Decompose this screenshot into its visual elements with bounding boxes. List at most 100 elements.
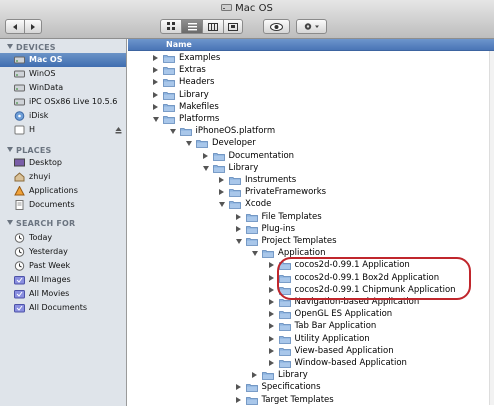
disclosure-open-icon[interactable] — [219, 202, 225, 208]
sidebar-item-search[interactable]: Past Week — [0, 259, 126, 273]
file-list-row[interactable]: Utility Application — [128, 333, 494, 345]
sidebar-item-place[interactable]: Applications — [0, 184, 126, 198]
name-column-header[interactable]: Name — [128, 39, 494, 51]
sidebar-item-device[interactable]: WinData — [0, 81, 126, 95]
icon-view-button[interactable] — [161, 20, 182, 33]
sidebar-item-search[interactable]: Today — [0, 231, 126, 245]
file-list-row[interactable]: Window-based Application — [128, 357, 494, 369]
sidebar-item-device[interactable]: iDisk — [0, 109, 126, 123]
disclosure-closed-icon[interactable] — [268, 274, 274, 281]
back-button[interactable] — [6, 20, 25, 33]
disclosure-closed-icon[interactable] — [153, 103, 158, 110]
column-view-button[interactable] — [203, 20, 224, 33]
disclosure-closed-icon[interactable] — [252, 372, 257, 379]
file-list-row[interactable]: Extras — [128, 64, 494, 76]
action-menu-button[interactable] — [296, 19, 327, 34]
disclosure-closed-icon[interactable] — [219, 189, 224, 196]
name-column-label: Name — [166, 40, 192, 49]
disclosure-closed-icon[interactable] — [268, 347, 274, 354]
file-name: Specifications — [261, 382, 321, 393]
folder-icon — [163, 91, 175, 100]
disclosure-closed-icon[interactable] — [235, 384, 241, 391]
file-name: Extras — [179, 65, 206, 76]
list-view-icon — [187, 22, 197, 30]
desktop-icon — [14, 158, 25, 167]
sidebar-item-device[interactable]: H — [0, 123, 126, 137]
disclosure-closed-icon[interactable] — [153, 91, 158, 98]
forward-button[interactable] — [25, 20, 41, 33]
file-list-row[interactable]: Xcode — [128, 198, 494, 210]
sidebar-section-devices[interactable]: DEVICES — [7, 43, 56, 52]
disclosure-closed-icon[interactable] — [219, 177, 224, 183]
quicklook-button[interactable] — [263, 19, 290, 34]
disclosure-closed-icon[interactable] — [268, 262, 274, 269]
file-list-row[interactable]: Instruments — [128, 174, 494, 186]
sidebar-item-device[interactable]: WinOS — [0, 67, 126, 81]
sidebar-item-search[interactable]: Yesterday — [0, 245, 126, 259]
file-list-row[interactable]: Tab Bar Application — [128, 320, 494, 332]
disclosure-open-icon[interactable] — [169, 129, 176, 135]
folder-icon — [229, 201, 241, 210]
disclosure-closed-icon[interactable] — [268, 286, 274, 293]
file-name: Instruments — [245, 175, 297, 185]
sidebar-item-label: zhuyi — [29, 172, 51, 181]
sidebar-item-place[interactable]: zhuyi — [0, 170, 126, 184]
folder-icon — [245, 238, 258, 246]
smart-folder-icon — [14, 304, 25, 313]
disclosure-open-icon[interactable] — [153, 117, 159, 122]
file-list-row[interactable]: Project Templates — [128, 235, 494, 247]
file-list-row[interactable]: Documentation — [128, 150, 494, 162]
disclosure-open-icon[interactable] — [235, 239, 242, 244]
eject-icon[interactable] — [115, 126, 122, 134]
file-list-row[interactable]: Specifications — [128, 381, 494, 393]
sidebar-item-label: Applications — [29, 186, 78, 195]
disclosure-closed-icon[interactable] — [235, 225, 241, 232]
sidebar-item-search[interactable]: All Movies — [0, 287, 126, 301]
file-list-row[interactable]: Platforms — [128, 113, 494, 125]
file-list-row[interactable]: Developer — [128, 137, 494, 149]
disclosure-closed-icon[interactable] — [153, 67, 158, 74]
disclosure-closed-icon[interactable] — [268, 360, 274, 366]
disclosure-open-icon[interactable] — [186, 141, 192, 147]
file-list-row[interactable]: iPhoneOS.platform — [128, 125, 494, 137]
sidebar-item-search[interactable]: All Documents — [0, 301, 126, 315]
file-name: Project Templates — [261, 236, 337, 246]
sidebar-item-device[interactable]: Mac OS — [0, 53, 126, 67]
file-name: Documentation — [228, 150, 295, 161]
disclosure-closed-icon[interactable] — [153, 55, 158, 61]
sidebar-item-place[interactable]: Desktop — [0, 156, 126, 170]
file-list-row[interactable]: Headers — [128, 76, 494, 88]
file-list-row[interactable]: View-based Application — [128, 345, 494, 357]
cocos2d-templates-highlight — [277, 257, 471, 300]
file-list-row[interactable]: Plug-ins — [128, 223, 494, 235]
sidebar-item-device[interactable]: iPC OSx86 Live 10.5.6 — [0, 95, 126, 109]
list-view-button[interactable] — [182, 20, 203, 33]
window-titlebar: Mac OS — [0, 0, 494, 39]
smart-folder-icon — [14, 290, 25, 299]
file-list-row[interactable]: Target Templates — [128, 394, 494, 406]
disclosure-closed-icon[interactable] — [202, 152, 208, 159]
file-list-row[interactable]: Library — [128, 89, 494, 101]
disclosure-closed-icon[interactable] — [235, 213, 241, 220]
disclosure-closed-icon[interactable] — [268, 335, 274, 342]
sidebar-section-search[interactable]: SEARCH FOR — [7, 219, 75, 228]
file-list-row[interactable]: Library — [128, 369, 494, 381]
coverflow-view-button[interactable] — [224, 20, 242, 33]
disclosure-open-icon[interactable] — [202, 165, 209, 171]
disclosure-closed-icon[interactable] — [268, 311, 274, 318]
file-list-row[interactable]: OpenGL ES Application — [128, 308, 494, 320]
disclosure-closed-icon[interactable] — [153, 79, 158, 86]
file-list-row[interactable]: Examples — [128, 52, 494, 64]
sidebar-item-search[interactable]: All Images — [0, 273, 126, 287]
sidebar-item-place[interactable]: Documents — [0, 198, 126, 212]
sidebar-section-places[interactable]: PLACES — [7, 146, 51, 155]
file-list-row[interactable]: PrivateFrameworks — [128, 186, 494, 198]
file-list-row[interactable]: Makefiles — [128, 101, 494, 113]
disclosure-closed-icon[interactable] — [268, 323, 274, 330]
disclosure-closed-icon[interactable] — [268, 299, 274, 305]
sidebar-item-label: Yesterday — [29, 247, 68, 256]
file-list-row[interactable]: File Templates — [128, 211, 494, 223]
disclosure-closed-icon[interactable] — [235, 396, 241, 403]
file-list-row[interactable]: Library — [128, 162, 494, 174]
disclosure-open-icon[interactable] — [252, 251, 258, 257]
